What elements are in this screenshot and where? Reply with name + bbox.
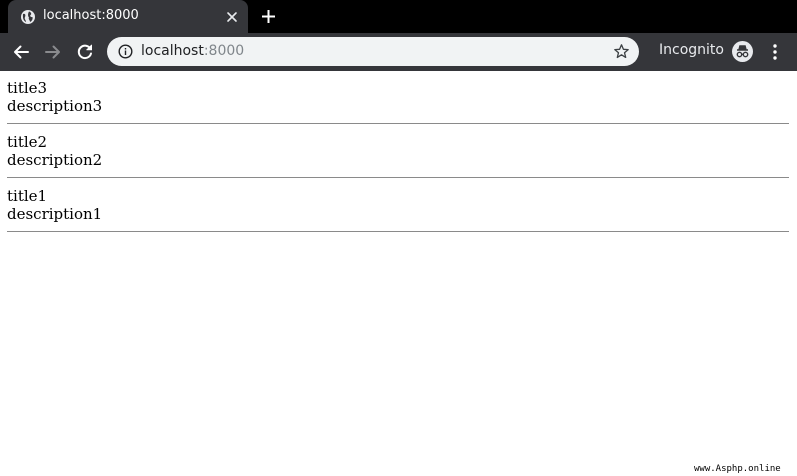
address-bar[interactable]: localhost:8000 [107,37,639,66]
post-title: title2 [7,133,48,151]
post-description: description2 [7,151,103,169]
info-icon[interactable] [118,44,133,59]
divider [7,231,789,232]
post-description: description1 [7,205,103,223]
post-list: title3 description3 title2 description2 … [7,79,789,241]
divider [7,123,789,124]
divider [7,177,789,178]
arrow-back-icon[interactable] [11,42,31,62]
tab-title: localhost:8000 [43,8,139,23]
browser-toolbar: localhost:8000 Incognito [0,33,797,71]
url-host: localhost [141,43,204,59]
list-item: title1 description1 [7,187,789,232]
star-icon[interactable] [613,43,630,60]
close-icon[interactable] [224,9,240,25]
incognito-label[interactable]: Incognito [659,33,724,71]
post-title: title3 [7,79,48,97]
address-url[interactable]: localhost:8000 [141,37,244,66]
kebab-menu-icon[interactable] [768,42,782,62]
arrow-forward-icon[interactable] [43,42,63,62]
watermark: www.Asphp.online [694,464,781,474]
list-item: title2 description2 [7,133,789,178]
post-title: title1 [7,187,48,205]
reload-icon[interactable] [75,42,95,62]
plus-icon[interactable] [260,8,277,25]
url-port: :8000 [203,43,245,59]
globe-icon [21,10,35,24]
tab-strip: localhost:8000 [0,0,797,33]
list-item: title3 description3 [7,79,789,124]
post-description: description3 [7,97,103,115]
browser-tab[interactable]: localhost:8000 [8,0,248,33]
incognito-icon[interactable] [732,41,753,62]
